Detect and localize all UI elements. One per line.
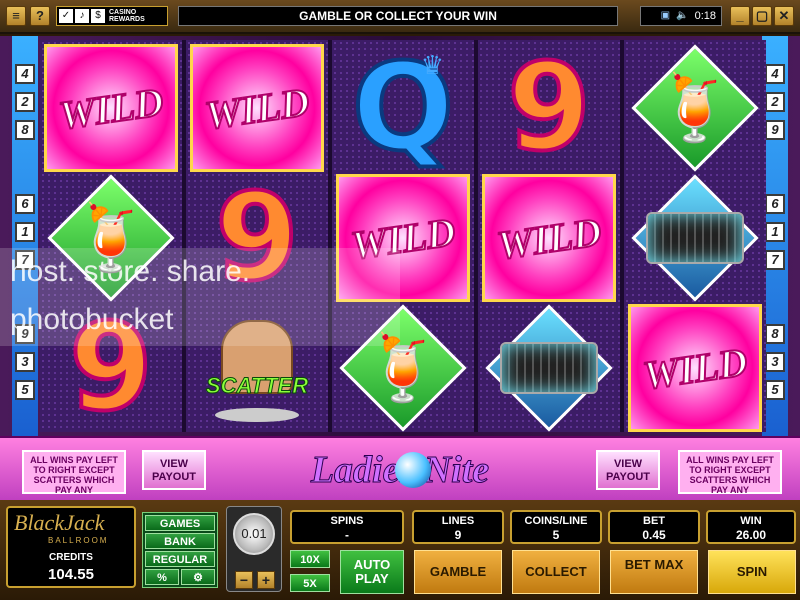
watermark-line-2: photobucket: [10, 303, 174, 336]
message-bar: GAMBLE OR COLLECT YOUR WIN: [178, 6, 618, 26]
autoplay-button[interactable]: AUTO PLAY: [340, 550, 404, 594]
credits-label: CREDITS: [49, 552, 93, 563]
percent-button[interactable]: %: [145, 569, 179, 585]
sound-icon[interactable]: 🔈: [676, 7, 688, 25]
bet-max-button[interactable]: BET MAX: [610, 550, 698, 594]
cocktail-icon: 🍹: [363, 332, 443, 404]
crown-icon: ♛: [420, 50, 444, 80]
purse-symbol: [482, 304, 616, 432]
payline-number[interactable]: 3: [765, 352, 785, 372]
lines-display: LINES 9: [412, 510, 504, 544]
game-window: { "topbar": { "help_btn": "?", "casino_r…: [0, 0, 800, 600]
toolbar-icons: ✓ ♪ $ CASINO REWARDS: [56, 6, 168, 26]
payline-number[interactable]: 9: [765, 120, 785, 140]
reel-5: 🍹 WILD: [624, 40, 766, 432]
menu-button[interactable]: ≡: [6, 6, 26, 26]
regular-button[interactable]: REGULAR: [145, 551, 215, 567]
queen-symbol: ♛ Q: [350, 44, 456, 172]
multiplier-5x-button[interactable]: 5X: [290, 574, 330, 592]
note-icon[interactable]: ♪: [75, 9, 89, 23]
settings-icon[interactable]: ⚙: [181, 569, 215, 585]
disco-ball-icon: [395, 452, 431, 488]
payline-number[interactable]: 3: [15, 352, 35, 372]
payline-number[interactable]: 1: [15, 222, 35, 242]
rules-info-left: ALL WINS PAY LEFT TO RIGHT EXCEPT SCATTE…: [22, 450, 126, 495]
collect-button[interactable]: COLLECT: [512, 550, 600, 594]
payline-number[interactable]: 5: [15, 380, 35, 400]
close-button[interactable]: ✕: [774, 6, 794, 26]
payline-number[interactable]: 8: [765, 324, 785, 344]
payline-number[interactable]: 6: [15, 194, 35, 214]
gamble-button[interactable]: GAMBLE: [414, 550, 502, 594]
help-button[interactable]: ?: [30, 6, 50, 26]
reel-2: WILD 9 SCATTER: [186, 40, 328, 432]
brand-sub: BALLROOM: [48, 536, 109, 545]
payline-number[interactable]: 1: [765, 222, 785, 242]
reel-3: ♛ Q WILD 🍹: [332, 40, 474, 432]
network-icon: ▣: [660, 10, 671, 21]
money-icon[interactable]: $: [91, 9, 105, 23]
nine-symbol: 9: [505, 44, 592, 172]
coins-per-line-display: COINS/LINE 5: [510, 510, 602, 544]
games-button[interactable]: GAMES: [145, 515, 215, 531]
payline-number[interactable]: 2: [15, 92, 35, 112]
spin-button[interactable]: SPIN: [708, 550, 796, 594]
payline-indicators-left: 428617935: [12, 36, 38, 436]
casino-rewards-button[interactable]: CASINO REWARDS: [109, 9, 145, 23]
payline-number[interactable]: 4: [15, 64, 35, 84]
clock: 0:18: [694, 10, 716, 22]
cocktail-symbol: 🍹: [628, 44, 762, 172]
wild-symbol: WILD: [44, 44, 178, 172]
purse-symbol: [628, 174, 762, 302]
photobucket-watermark: host. store. share. photobucket: [0, 248, 400, 346]
payline-number[interactable]: 4: [765, 64, 785, 84]
maximize-button[interactable]: ▢: [752, 6, 772, 26]
credits-value: 104.55: [48, 566, 94, 583]
system-tray: ▣ 🔈 0:18: [640, 6, 722, 26]
view-payout-left-button[interactable]: VIEW PAYOUT: [142, 450, 206, 490]
reel-1: WILD 🍹 9: [40, 40, 182, 432]
reel-4: 9 WILD: [478, 40, 620, 432]
payline-number[interactable]: 7: [765, 250, 785, 270]
checklist-icon[interactable]: ✓: [59, 9, 73, 23]
control-panel: BlackJack BALLROOM CREDITS 104.55 GAMES …: [0, 500, 800, 600]
view-payout-right-button[interactable]: VIEW PAYOUT: [596, 450, 660, 490]
multiplier-10x-button[interactable]: 10X: [290, 550, 330, 568]
wild-symbol: WILD: [482, 174, 616, 302]
bet-display: BET 0.45: [608, 510, 700, 544]
bank-button[interactable]: BANK: [145, 533, 215, 549]
cocktail-icon: 🍹: [655, 72, 735, 144]
payline-number[interactable]: 2: [765, 92, 785, 112]
win-display: WIN 26.00: [706, 510, 796, 544]
payline-number[interactable]: 6: [765, 194, 785, 214]
watermark-line-1: host. store. share.: [10, 255, 251, 288]
payline-number[interactable]: 8: [15, 120, 35, 140]
brand-name: BlackJack: [14, 510, 105, 535]
tray-icon: [215, 408, 299, 422]
minimize-button[interactable]: _: [730, 6, 750, 26]
coin-value[interactable]: 0.01: [233, 513, 275, 555]
menu-panel: GAMES BANK REGULAR % ⚙: [142, 512, 218, 588]
coin-plus-button[interactable]: +: [257, 571, 275, 589]
payline-number[interactable]: 5: [765, 380, 785, 400]
casino-logo: BlackJack BALLROOM CREDITS 104.55: [6, 506, 136, 588]
coin-minus-button[interactable]: −: [235, 571, 253, 589]
game-banner: ALL WINS PAY LEFT TO RIGHT EXCEPT SCATTE…: [0, 436, 800, 500]
cocktail-icon: 🍹: [71, 202, 151, 274]
coin-selector: 0.01 − +: [226, 506, 282, 592]
rules-info-right: ALL WINS PAY LEFT TO RIGHT EXCEPT SCATTE…: [678, 450, 782, 495]
purse-icon: [646, 212, 744, 264]
wild-symbol: WILD: [628, 304, 762, 432]
purse-icon: [500, 342, 598, 394]
spins-display: SPINS -: [290, 510, 404, 544]
top-bar: ≡ ? ✓ ♪ $ CASINO REWARDS GAMBLE OR COLLE…: [0, 0, 800, 34]
wild-symbol: WILD: [190, 44, 324, 172]
